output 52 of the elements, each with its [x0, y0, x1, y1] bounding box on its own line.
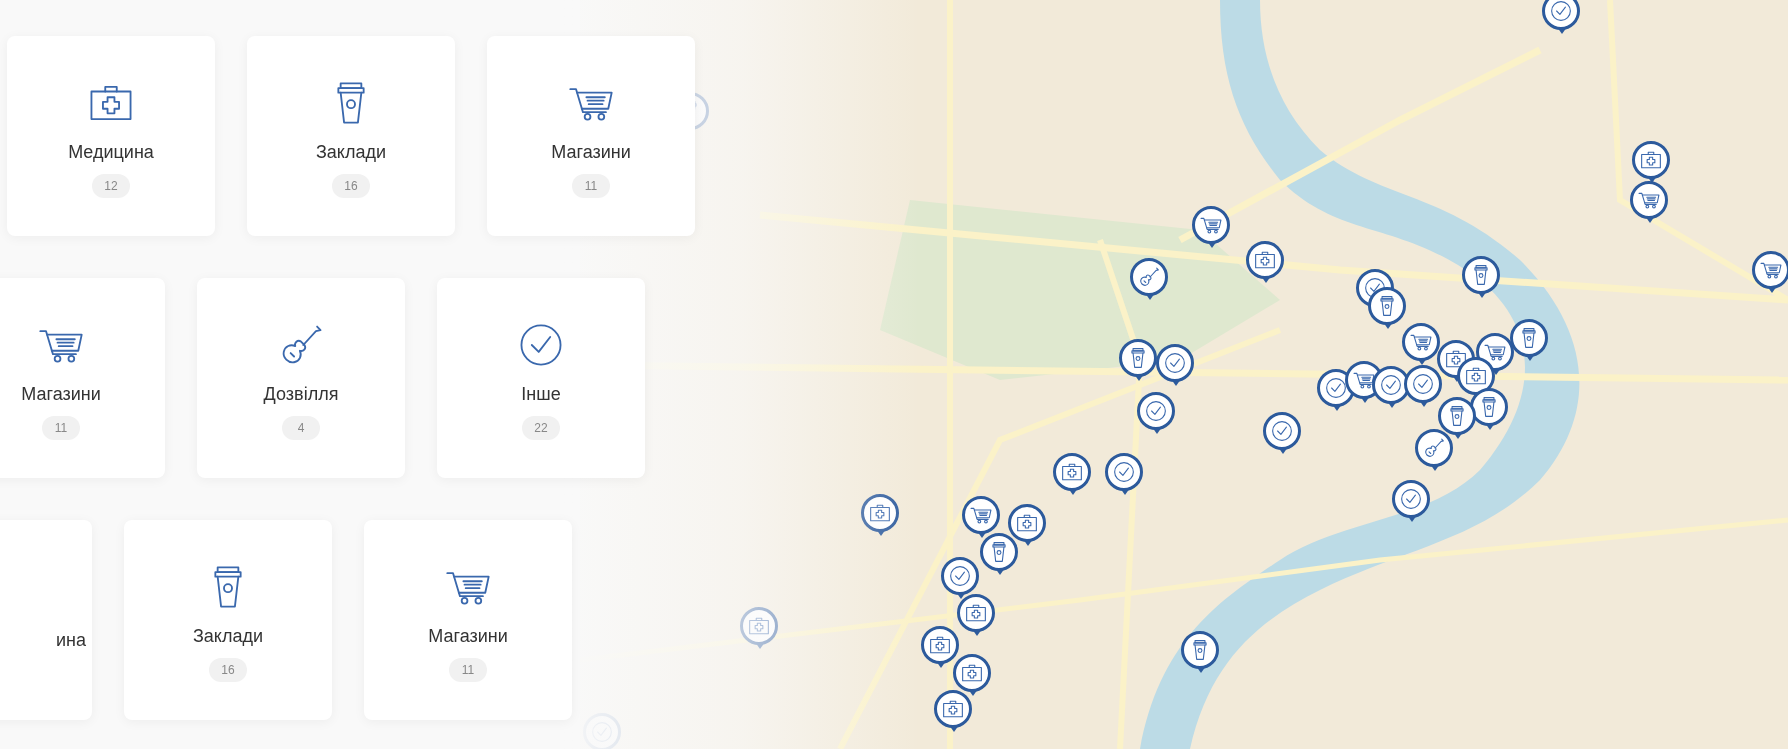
guitar-icon: [1138, 266, 1160, 288]
checkmark-circle-icon: [1164, 352, 1186, 374]
count-badge: 11: [42, 416, 80, 440]
first-aid-kit-icon: [869, 502, 891, 524]
category-card[interactable]: Магазини 11: [364, 520, 572, 720]
category-card[interactable]: Заклади 16: [124, 520, 332, 720]
checkmark-circle-icon: [949, 565, 971, 587]
guitar-icon: [1423, 437, 1445, 459]
category-card[interactable]: Заклади 16: [247, 36, 455, 236]
category-card[interactable]: Магазини 11: [0, 278, 165, 478]
count-badge: 16: [209, 658, 247, 682]
category-card[interactable]: Дозвілля 4: [197, 278, 405, 478]
checkmark-circle-icon: [1380, 374, 1402, 396]
count-badge: 11: [572, 174, 610, 198]
checkmark-circle-icon: [1550, 0, 1572, 22]
category-label: Магазини: [551, 141, 631, 164]
checkmark-circle-icon: [1271, 420, 1293, 442]
category-label: Дозвілля: [263, 383, 339, 406]
category-label: Заклади: [193, 625, 263, 648]
first-aid-kit-icon: [1016, 512, 1038, 534]
first-aid-kit-icon: [1640, 149, 1662, 171]
first-aid-kit-icon: [1445, 348, 1467, 370]
first-aid-kit-icon: [961, 662, 983, 684]
count-badge: 11: [449, 658, 487, 682]
count-badge: 22: [522, 416, 560, 440]
count-badge: 16: [332, 174, 370, 198]
first-aid-kit-icon: [748, 615, 770, 637]
category-card[interactable]: Медицина 12: [7, 36, 215, 236]
category-card[interactable]: Магазини 11: [487, 36, 695, 236]
checkmark-circle-icon: [1325, 377, 1347, 399]
checkmark-circle-icon: [1113, 461, 1135, 483]
category-card[interactable]: Інше 22: [437, 278, 645, 478]
category-label: Заклади: [316, 141, 386, 164]
first-aid-kit-icon: [1061, 461, 1083, 483]
first-aid-kit-icon: [1465, 365, 1487, 387]
first-aid-kit-icon: [965, 602, 987, 624]
checkmark-circle-icon: [1145, 400, 1167, 422]
checkmark-circle-icon: [1412, 373, 1434, 395]
first-aid-kit-icon: [1254, 249, 1276, 271]
count-badge: 4: [282, 416, 320, 440]
category-label: Магазини: [21, 383, 101, 406]
category-label: Магазини: [428, 625, 508, 648]
category-label: Інше: [521, 383, 561, 406]
category-card[interactable]: ина: [0, 520, 92, 720]
category-label: Медицина: [68, 141, 154, 164]
category-label: ина: [56, 629, 86, 652]
first-aid-kit-icon: [929, 634, 951, 656]
first-aid-kit-icon: [942, 698, 964, 720]
checkmark-circle-icon: [518, 322, 564, 368]
count-badge: 12: [92, 174, 130, 198]
checkmark-circle-icon: [1400, 488, 1422, 510]
map-pin[interactable]: [1632, 141, 1670, 179]
